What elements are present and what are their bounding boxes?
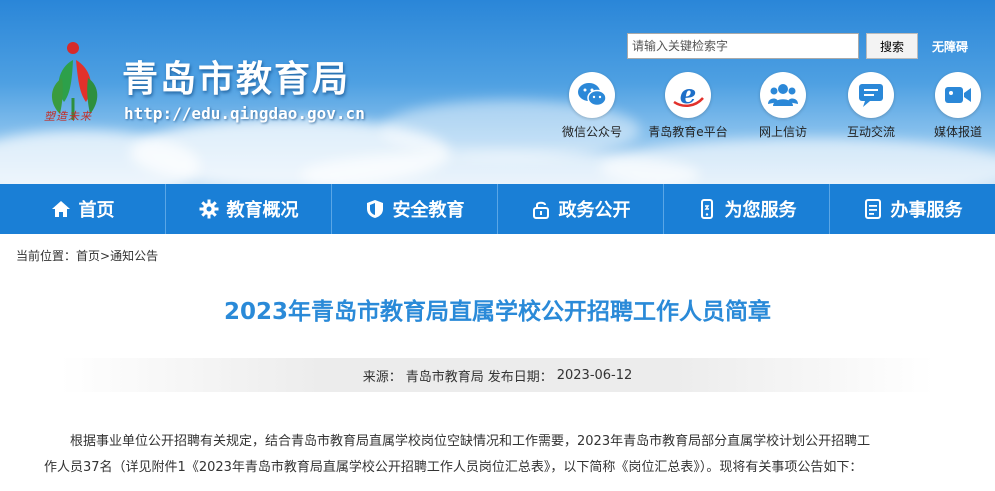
shield-icon bbox=[366, 200, 383, 218]
logo-slogan: 塑造未来 bbox=[44, 110, 92, 123]
quick-link-wechat[interactable]: 微信公众号 bbox=[547, 72, 637, 140]
breadcrumb-separator: > bbox=[100, 249, 111, 263]
quick-link-label: 互动交流 bbox=[846, 125, 895, 139]
quick-link-interaction[interactable]: 互动交流 bbox=[826, 72, 916, 140]
nav-item-label: 政务公开 bbox=[558, 200, 631, 221]
nav-item-label: 办事服务 bbox=[890, 200, 963, 221]
breadcrumb-prefix: 当前位置： bbox=[16, 249, 77, 263]
lock-icon bbox=[532, 201, 549, 219]
nav-item-home[interactable]: 首页 bbox=[0, 184, 166, 234]
breadcrumb-home-link[interactable]: 首页 bbox=[76, 249, 100, 263]
nav-item-overview[interactable]: 教育概况 bbox=[166, 184, 332, 234]
phone-icon bbox=[700, 199, 713, 219]
article-title: 2023年青岛市教育局直属学校公开招聘工作人员简章 bbox=[223, 299, 771, 325]
date-label: 发布日期： bbox=[487, 369, 553, 385]
nav-item-label: 首页 bbox=[78, 200, 115, 221]
source-label: 来源： bbox=[362, 369, 402, 385]
quick-link-label: 网上信访 bbox=[758, 125, 807, 139]
quick-link-label: 微信公众号 bbox=[561, 125, 622, 139]
date-value: 2023-06-12 bbox=[556, 367, 633, 383]
search-button[interactable]: 搜索 bbox=[866, 33, 918, 59]
main-nav: 首页 教育概况 安全教育 政务公开 为您服务 办事服务 bbox=[0, 184, 995, 234]
breadcrumb: 当前位置：首页>通知公告 bbox=[16, 247, 158, 264]
nav-item-label: 安全教育 bbox=[392, 200, 465, 221]
video-icon bbox=[935, 72, 981, 118]
quick-link-petition[interactable]: 网上信访 bbox=[738, 72, 828, 140]
article-paragraph-line: 根据事业单位公开招聘有关规定，结合青岛市教育局直属学校岗位空缺情况和工作需要，2… bbox=[70, 434, 871, 449]
header-banner: 塑造未来 青岛市教育局 http://edu.qingdao.gov.cn 搜索… bbox=[0, 0, 995, 184]
search-input[interactable] bbox=[627, 33, 859, 59]
quick-link-e-platform[interactable]: e 青岛教育e平台 bbox=[643, 72, 733, 140]
site-title[interactable]: 青岛市教育局 bbox=[122, 50, 350, 102]
nav-item-label: 为您服务 bbox=[724, 200, 797, 221]
article-meta: 来源： 青岛市教育局 发布日期： 2023-06-12 bbox=[60, 358, 935, 392]
nav-item-safety[interactable]: 安全教育 bbox=[332, 184, 498, 234]
home-icon bbox=[51, 201, 70, 217]
document-icon bbox=[864, 199, 881, 219]
nav-item-services[interactable]: 为您服务 bbox=[664, 184, 830, 234]
nav-item-affairs-service[interactable]: 办事服务 bbox=[830, 184, 995, 234]
breadcrumb-current-link[interactable]: 通知公告 bbox=[110, 249, 158, 263]
people-icon bbox=[760, 72, 806, 118]
article-paragraph-line: 作人员37名（详见附件1《2023年青岛市教育局直属学校公开招聘工作人员岗位汇总… bbox=[44, 460, 863, 475]
quick-link-label: 媒体报道 bbox=[933, 125, 982, 139]
quick-link-media[interactable]: 媒体报道 bbox=[913, 72, 995, 140]
chat-icon bbox=[848, 72, 894, 118]
gear-icon bbox=[199, 199, 218, 219]
nav-item-label: 教育概况 bbox=[226, 200, 299, 221]
accessibility-link[interactable]: 无障碍 bbox=[932, 38, 968, 55]
nav-item-public-affairs[interactable]: 政务公开 bbox=[498, 184, 664, 234]
site-url: http://edu.qingdao.gov.cn bbox=[124, 104, 365, 123]
wechat-icon bbox=[569, 72, 615, 118]
source-value: 青岛市教育局 bbox=[405, 369, 484, 385]
quick-link-label: 青岛教育e平台 bbox=[648, 125, 728, 139]
e-platform-icon: e bbox=[665, 72, 711, 118]
